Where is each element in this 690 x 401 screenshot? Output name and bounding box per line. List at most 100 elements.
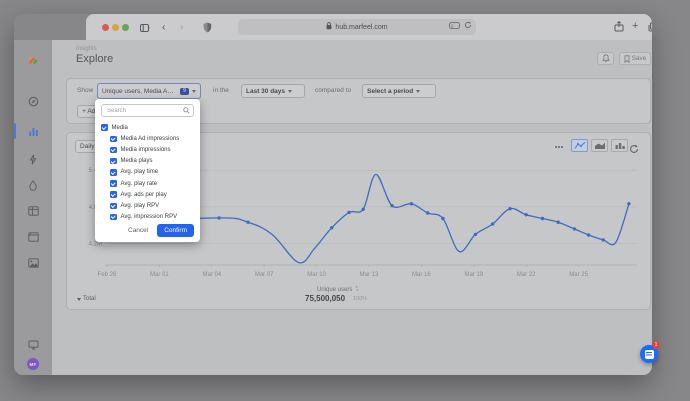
y-axis-tick: 4.2M bbox=[89, 242, 102, 248]
close-window-button[interactable] bbox=[102, 24, 109, 31]
checkbox-checked-icon[interactable] bbox=[101, 124, 108, 131]
lock-icon bbox=[326, 22, 332, 32]
checkbox-checked-icon[interactable] bbox=[110, 214, 117, 221]
sidebar-toggle-icon[interactable] bbox=[140, 22, 151, 38]
bar-chart-button[interactable] bbox=[611, 139, 628, 152]
data-point bbox=[573, 227, 576, 230]
metric-option[interactable]: Avg. ads per play bbox=[95, 189, 200, 200]
avatar[interactable]: MF bbox=[27, 358, 39, 370]
marfeel-logo[interactable] bbox=[14, 52, 52, 70]
metric-option[interactable]: Avg. play time bbox=[95, 167, 200, 178]
checkbox-checked-icon[interactable] bbox=[110, 180, 117, 187]
bar-chart-icon bbox=[614, 141, 626, 150]
area-chart-button[interactable] bbox=[591, 139, 608, 152]
chevron-down-icon bbox=[192, 90, 196, 93]
boards-icon[interactable] bbox=[14, 202, 52, 220]
metrics-select-value: Unique users, Media Ad im... bbox=[102, 88, 177, 95]
address-bar[interactable]: hub.marfeel.com g bbox=[238, 19, 476, 35]
chevron-down-icon bbox=[288, 90, 292, 93]
data-point bbox=[390, 204, 393, 207]
active-indicator bbox=[14, 123, 16, 139]
area-chart-icon bbox=[594, 141, 606, 150]
metric-option-label: Avg. play rate bbox=[121, 181, 158, 187]
chart-type-group bbox=[571, 139, 628, 152]
metric-option[interactable]: Media impressions bbox=[95, 144, 200, 155]
metric-option[interactable]: Media bbox=[95, 122, 200, 133]
summary-column-header[interactable]: Unique users bbox=[317, 285, 360, 293]
metric-option-label: Avg. ads per play bbox=[121, 192, 167, 198]
checkbox-checked-icon[interactable] bbox=[110, 147, 117, 154]
share-icon[interactable] bbox=[614, 21, 624, 37]
x-axis-tick: Mar 19 bbox=[464, 272, 483, 278]
data-point bbox=[410, 202, 413, 205]
checkbox-checked-icon[interactable] bbox=[110, 169, 117, 176]
data-point bbox=[441, 217, 444, 220]
x-axis-tick: Mar 01 bbox=[150, 272, 169, 278]
metric-option[interactable]: Media plays bbox=[95, 156, 200, 167]
data-point bbox=[525, 213, 528, 216]
metrics-count-badge: 9 bbox=[180, 88, 189, 95]
forward-icon[interactable]: › bbox=[180, 20, 183, 36]
media-icon[interactable] bbox=[14, 254, 52, 272]
metric-option-label: Media Ad impressions bbox=[121, 136, 180, 142]
metric-option[interactable]: Avg. impression RPV bbox=[95, 212, 200, 223]
metric-option[interactable]: Avg. play rate bbox=[95, 178, 200, 189]
metric-option-label: Avg. play RPV bbox=[121, 203, 160, 209]
chevron-down-icon bbox=[416, 90, 420, 93]
cancel-button[interactable]: Cancel bbox=[128, 227, 148, 234]
metrics-select[interactable]: Unique users, Media Ad im... 9 bbox=[97, 83, 201, 99]
metric-option-label: Media bbox=[112, 125, 128, 131]
period-select[interactable]: Last 30 days bbox=[241, 84, 305, 98]
tab-overview-icon[interactable] bbox=[648, 21, 652, 37]
metric-option-label: Avg. impression RPV bbox=[121, 214, 178, 220]
site-settings-icon[interactable]: g bbox=[449, 22, 460, 31]
compare-select[interactable]: Select a period bbox=[362, 84, 436, 98]
metric-option[interactable]: Media Ad impressions bbox=[95, 133, 200, 144]
line-chart-icon bbox=[574, 141, 586, 150]
show-label: Show bbox=[77, 87, 93, 94]
checkbox-checked-icon[interactable] bbox=[110, 203, 117, 210]
browser-icon[interactable] bbox=[14, 228, 52, 246]
data-point bbox=[217, 216, 220, 219]
bell-icon bbox=[602, 54, 610, 63]
devices-icon[interactable] bbox=[14, 336, 52, 354]
total-row-toggle[interactable]: Total bbox=[77, 296, 96, 302]
shield-icon[interactable] bbox=[203, 22, 212, 38]
checkbox-checked-icon[interactable] bbox=[110, 136, 117, 143]
confirm-button[interactable]: Confirm bbox=[157, 224, 194, 237]
back-icon[interactable]: ‹ bbox=[162, 20, 165, 36]
droplet-icon[interactable] bbox=[14, 176, 52, 194]
compare-select-value: Select a period bbox=[367, 88, 413, 95]
save-button[interactable]: Save bbox=[619, 52, 651, 65]
data-point bbox=[508, 207, 511, 210]
svg-text:g: g bbox=[451, 23, 454, 28]
checkbox-checked-icon[interactable] bbox=[110, 191, 117, 198]
metric-option[interactable]: Avg. play RPV bbox=[95, 200, 200, 211]
data-point bbox=[557, 221, 560, 224]
line-chart-button[interactable] bbox=[571, 139, 588, 152]
metrics-option-list: Media Media Ad impressions Media impressio… bbox=[95, 122, 200, 223]
x-axis-tick: Mar 25 bbox=[569, 272, 588, 278]
data-point bbox=[491, 222, 494, 225]
compass-icon[interactable] bbox=[14, 92, 52, 110]
total-value: 75,500,050 bbox=[305, 294, 345, 303]
new-tab-icon[interactable]: + bbox=[632, 18, 638, 34]
analytics-icon[interactable] bbox=[14, 122, 52, 140]
compared-to-label: compared to bbox=[315, 87, 351, 94]
granularity-value: Daily bbox=[80, 143, 94, 150]
metrics-dropdown: Media Media Ad impressions Media impressio… bbox=[95, 99, 200, 242]
zoom-window-button[interactable] bbox=[122, 24, 129, 31]
checkbox-checked-icon[interactable] bbox=[110, 158, 117, 165]
data-point bbox=[347, 211, 350, 214]
minimize-window-button[interactable] bbox=[112, 24, 119, 31]
x-axis-tick: Mar 07 bbox=[255, 272, 274, 278]
data-point bbox=[362, 208, 365, 211]
x-axis-tick: Mar 13 bbox=[360, 272, 379, 278]
flash-icon[interactable] bbox=[14, 150, 52, 168]
data-point bbox=[541, 217, 544, 220]
more-options-icon[interactable] bbox=[555, 146, 563, 148]
reload-icon[interactable] bbox=[464, 21, 472, 31]
search-input[interactable] bbox=[101, 104, 194, 117]
notifications-button[interactable] bbox=[597, 52, 614, 65]
url-text: hub.marfeel.com bbox=[335, 24, 387, 31]
